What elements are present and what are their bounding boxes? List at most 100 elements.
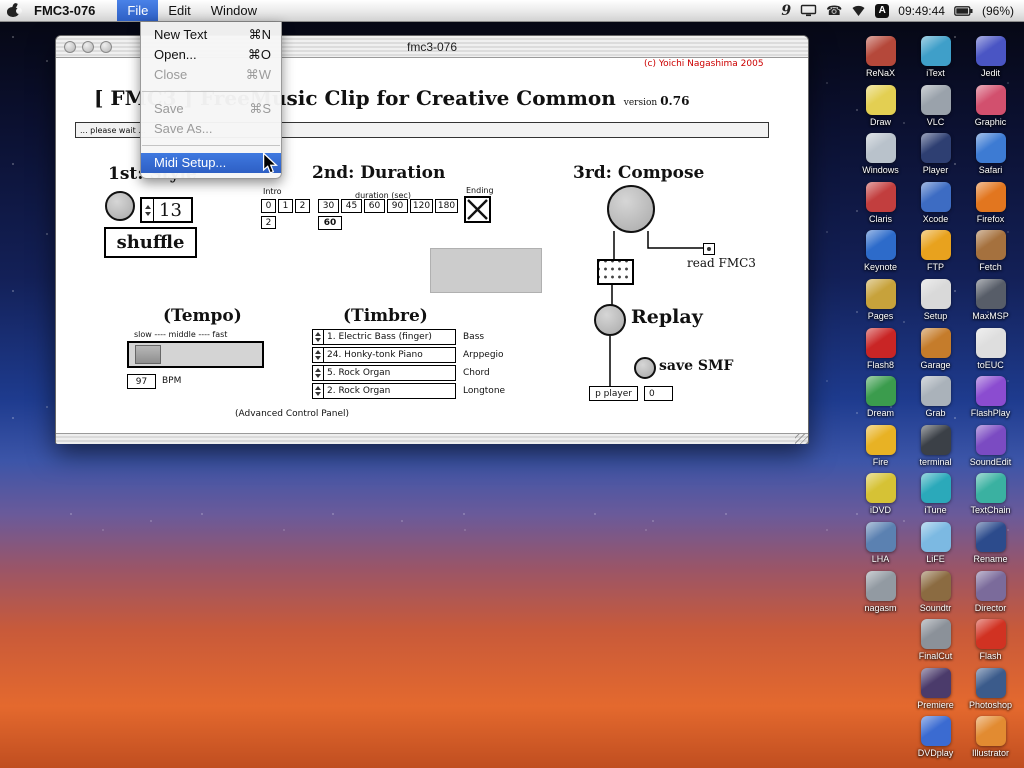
desktop-icon-finalcut[interactable]: FinalCut bbox=[908, 619, 963, 668]
resize-grip[interactable] bbox=[795, 433, 808, 444]
desktop-icon-renax[interactable]: ReNaX bbox=[853, 36, 908, 85]
renax-app-icon[interactable] bbox=[866, 36, 896, 66]
stepper-up-icon[interactable] bbox=[145, 205, 151, 209]
desktop-icon-fetch[interactable]: Fetch bbox=[963, 230, 1018, 279]
desktop-icon-life[interactable]: LiFE bbox=[908, 522, 963, 571]
desktop-icon-claris[interactable]: Claris bbox=[853, 182, 908, 231]
save-smf-button[interactable] bbox=[634, 357, 656, 379]
umenu-stepper-icon[interactable] bbox=[313, 330, 324, 344]
tempo-slider[interactable] bbox=[127, 341, 264, 368]
timbre-menu-bass[interactable]: 1. Electric Bass (finger) bbox=[312, 329, 456, 345]
classic-environment-icon[interactable]: 9 bbox=[781, 0, 791, 21]
desktop-icon-player[interactable]: Player bbox=[908, 133, 963, 182]
duration-value-box[interactable]: 60 bbox=[318, 216, 342, 230]
duration-option-120[interactable]: 120 bbox=[410, 199, 433, 213]
timbre-menu-longtone[interactable]: 2. Rock Organ bbox=[312, 383, 456, 399]
menu-item-open[interactable]: Open...⌘O bbox=[141, 45, 281, 65]
vlc-app-icon[interactable] bbox=[921, 85, 951, 115]
menu-file[interactable]: File bbox=[117, 0, 158, 21]
safari-app-icon[interactable] bbox=[976, 133, 1006, 163]
ending-toggle[interactable] bbox=[464, 196, 491, 223]
flash8-app-icon[interactable] bbox=[866, 328, 896, 358]
desktop-icon-itext[interactable]: iText bbox=[908, 36, 963, 85]
style-bang-button[interactable] bbox=[105, 191, 135, 221]
desktop-icon-flashplay[interactable]: FlashPlay bbox=[963, 376, 1018, 425]
desktop-icon-itune[interactable]: iTune bbox=[908, 473, 963, 522]
lha-app-icon[interactable] bbox=[866, 522, 896, 552]
player-number-box[interactable]: 0 bbox=[644, 386, 673, 401]
desktop-icon-pages[interactable]: Pages bbox=[853, 279, 908, 328]
keynote-app-icon[interactable] bbox=[866, 230, 896, 260]
bpm-number-box[interactable]: 97 bbox=[127, 374, 156, 389]
preset-object[interactable] bbox=[597, 259, 634, 285]
menu-item-midi-setup[interactable]: Midi Setup... bbox=[141, 153, 281, 173]
xcode-app-icon[interactable] bbox=[921, 182, 951, 212]
stepper-down-icon[interactable] bbox=[145, 212, 151, 216]
itune-app-icon[interactable] bbox=[921, 473, 951, 503]
compose-bang-button[interactable] bbox=[607, 185, 655, 233]
desktop-icon-terminal[interactable]: terminal bbox=[908, 425, 963, 474]
menu-window[interactable]: Window bbox=[201, 0, 267, 21]
desktop-icon-ftp[interactable]: FTP bbox=[908, 230, 963, 279]
close-button[interactable] bbox=[64, 41, 76, 53]
style-number-stepper[interactable] bbox=[142, 199, 154, 221]
flashplay-app-icon[interactable] bbox=[976, 376, 1006, 406]
minimize-button[interactable] bbox=[82, 41, 94, 53]
desktop-icon-rename[interactable]: Rename bbox=[963, 522, 1018, 571]
desktop-icon-grab[interactable]: Grab bbox=[908, 376, 963, 425]
desktop-icon-dream[interactable]: Dream bbox=[853, 376, 908, 425]
umenu-stepper-icon[interactable] bbox=[313, 348, 324, 362]
soundedit-app-icon[interactable] bbox=[976, 425, 1006, 455]
fetch-app-icon[interactable] bbox=[976, 230, 1006, 260]
finalcut-app-icon[interactable] bbox=[921, 619, 951, 649]
battery-icon[interactable] bbox=[954, 0, 973, 21]
desktop-icon-toeuc[interactable]: toEUC bbox=[963, 328, 1018, 377]
style-name-box[interactable]: shuffle bbox=[104, 227, 197, 258]
desktop-icon-soundtr[interactable]: Soundtr bbox=[908, 571, 963, 620]
setup-app-icon[interactable] bbox=[921, 279, 951, 309]
displays-icon[interactable] bbox=[800, 0, 817, 21]
desktop-icon-nagasm[interactable]: nagasm bbox=[853, 571, 908, 620]
intro-option-0[interactable]: 0 bbox=[261, 199, 276, 213]
soundtr-app-icon[interactable] bbox=[921, 571, 951, 601]
windows-app-icon[interactable] bbox=[866, 133, 896, 163]
duration-option-45[interactable]: 45 bbox=[341, 199, 362, 213]
toeuc-app-icon[interactable] bbox=[976, 328, 1006, 358]
player-object-box[interactable]: p player bbox=[589, 386, 638, 401]
desktop-icon-graphic[interactable]: Graphic bbox=[963, 85, 1018, 134]
tempo-slider-handle[interactable] bbox=[135, 345, 161, 364]
menu-edit[interactable]: Edit bbox=[158, 0, 200, 21]
flash-app-icon[interactable] bbox=[976, 619, 1006, 649]
apple-menu[interactable] bbox=[0, 0, 26, 21]
umenu-stepper-icon[interactable] bbox=[313, 366, 324, 380]
maxmsp-app-icon[interactable] bbox=[976, 279, 1006, 309]
desktop-icon-dvdplay[interactable]: DVDplay bbox=[908, 716, 963, 765]
pages-app-icon[interactable] bbox=[866, 279, 896, 309]
intro-option-1[interactable]: 1 bbox=[278, 199, 293, 213]
style-number-box[interactable]: 13 bbox=[140, 197, 193, 223]
desktop-icon-windows[interactable]: Windows bbox=[853, 133, 908, 182]
desktop-icon-keynote[interactable]: Keynote bbox=[853, 230, 908, 279]
ftp-app-icon[interactable] bbox=[921, 230, 951, 260]
intro-value-box[interactable]: 2 bbox=[261, 216, 276, 229]
duration-option-180[interactable]: 180 bbox=[435, 199, 458, 213]
desktop-icon-illustrator[interactable]: Illustrator bbox=[963, 716, 1018, 765]
grab-app-icon[interactable] bbox=[921, 376, 951, 406]
duration-option-30[interactable]: 30 bbox=[318, 199, 339, 213]
zoom-button[interactable] bbox=[100, 41, 112, 53]
player-app-icon[interactable] bbox=[921, 133, 951, 163]
dvdplay-app-icon[interactable] bbox=[921, 716, 951, 746]
desktop-icon-textchain[interactable]: TextChain bbox=[963, 473, 1018, 522]
desktop-icon-director[interactable]: Director bbox=[963, 571, 1018, 620]
desktop-icon-lha[interactable]: LHA bbox=[853, 522, 908, 571]
graphic-app-icon[interactable] bbox=[976, 85, 1006, 115]
desktop-icon-setup[interactable]: Setup bbox=[908, 279, 963, 328]
desktop-icon-fire[interactable]: Fire bbox=[853, 425, 908, 474]
desktop-icon-jedit[interactable]: Jedit bbox=[963, 36, 1018, 85]
duration-option-90[interactable]: 90 bbox=[387, 199, 408, 213]
input-menu-icon[interactable]: A bbox=[875, 4, 889, 18]
life-app-icon[interactable] bbox=[921, 522, 951, 552]
desktop-icon-idvd[interactable]: iDVD bbox=[853, 473, 908, 522]
idvd-app-icon[interactable] bbox=[866, 473, 896, 503]
timbre-menu-chord[interactable]: 5. Rock Organ bbox=[312, 365, 456, 381]
